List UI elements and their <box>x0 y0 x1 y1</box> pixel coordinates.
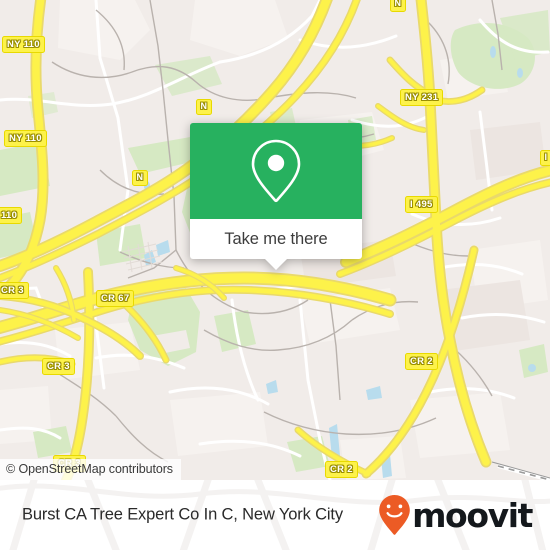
moovit-logo[interactable]: moovit <box>378 494 533 536</box>
take-me-there-label: Take me there <box>224 229 328 248</box>
road-shield-cr-3-upper: CR 3 <box>0 282 29 299</box>
road-shield-cr-2-lower: CR 2 <box>325 461 358 478</box>
road-shield-110: 110 <box>0 207 23 224</box>
road-shield-cr-3-mid: CR 3 <box>42 358 75 375</box>
road-shield-ny-110-lower: NY 110 <box>4 130 47 147</box>
osm-attribution[interactable]: © OpenStreetMap contributors <box>0 459 181 480</box>
popup-header <box>190 123 362 219</box>
moovit-wordmark: moovit <box>412 495 533 535</box>
location-pin-icon <box>251 139 301 203</box>
road-shield-ny-231: NY 231 <box>400 89 444 106</box>
road-shield-n-top: N <box>390 0 406 12</box>
road-shield-n-center: N <box>132 170 148 186</box>
road-shield-cr-2-upper: CR 2 <box>405 353 438 370</box>
page-title: Burst CA Tree Expert Co In C, New York C… <box>22 505 343 524</box>
road-shield-i-edge: I <box>540 150 550 166</box>
popup-action-bar[interactable]: Take me there <box>190 219 362 270</box>
popup-pointer <box>265 259 287 270</box>
location-popup-card[interactable]: Take me there <box>190 123 362 270</box>
road-shield-i-495: I 495 <box>405 196 438 213</box>
map-page: NY 110 NY 110 110 N N N NY 231 I 495 I C… <box>0 0 550 550</box>
map-canvas[interactable]: NY 110 NY 110 110 N N N NY 231 I 495 I C… <box>0 0 550 480</box>
road-shield-n-left: N <box>196 99 212 115</box>
footer-bar: Burst CA Tree Expert Co In C, New York C… <box>0 480 550 550</box>
road-shield-cr-67: CR 67 <box>96 290 135 307</box>
moovit-pin-icon <box>379 495 410 535</box>
road-shield-ny-110-upper: NY 110 <box>2 36 45 53</box>
